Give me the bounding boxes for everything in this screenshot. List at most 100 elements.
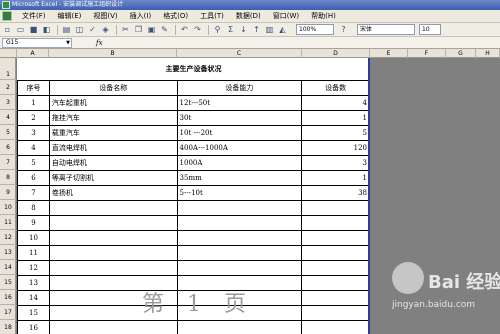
cell-name[interactable]: [48, 259, 178, 276]
cell-index[interactable]: 15: [17, 304, 50, 321]
row-header[interactable]: 13: [0, 245, 16, 260]
cell-count[interactable]: [301, 274, 370, 291]
row-header[interactable]: 7: [0, 155, 16, 170]
sort-ascending-icon[interactable]: ↓: [238, 24, 249, 35]
cell-count[interactable]: [301, 289, 370, 306]
menu-edit[interactable]: 编辑(E): [52, 10, 88, 23]
row-header[interactable]: 2: [0, 80, 16, 95]
cell-name[interactable]: [48, 214, 178, 231]
redo-icon[interactable]: ↷: [192, 24, 203, 35]
cell-count[interactable]: 1: [301, 169, 370, 186]
cell-index[interactable]: 16: [17, 319, 50, 334]
cell-count[interactable]: [301, 244, 370, 261]
row-header[interactable]: 17: [0, 305, 16, 320]
cell-name[interactable]: 拖挂汽车: [48, 109, 178, 126]
cell-capacity[interactable]: [176, 259, 303, 276]
row-header[interactable]: 6: [0, 140, 16, 155]
cell-capacity[interactable]: 10t ---20t: [176, 124, 303, 141]
cell-capacity[interactable]: 30t: [176, 109, 303, 126]
sort-descending-icon[interactable]: ↑: [251, 24, 262, 35]
undo-icon[interactable]: ↶: [179, 24, 190, 35]
row-header[interactable]: 11: [0, 215, 16, 230]
row-header[interactable]: 15: [0, 275, 16, 290]
help-icon[interactable]: ?: [338, 24, 349, 35]
cell-capacity[interactable]: 1000A: [176, 154, 303, 171]
column-header-g[interactable]: G: [446, 49, 476, 58]
column-header-d[interactable]: D: [302, 49, 370, 58]
header-cell-count[interactable]: 设备数: [301, 79, 370, 96]
row-header[interactable]: 10: [0, 200, 16, 215]
cell-index[interactable]: 1: [17, 94, 50, 111]
print-preview-icon[interactable]: ◫: [74, 24, 85, 35]
hyperlink-icon[interactable]: ⚲: [212, 24, 223, 35]
cell-count[interactable]: [301, 229, 370, 246]
column-header-b[interactable]: B: [49, 49, 177, 58]
name-box[interactable]: G15 ▼: [2, 37, 72, 48]
select-all-corner[interactable]: [0, 49, 17, 58]
cell-count[interactable]: 4: [301, 94, 370, 111]
cell-name[interactable]: 汽车起重机: [48, 94, 178, 111]
cell-name[interactable]: [48, 229, 178, 246]
cell-index[interactable]: 11: [17, 244, 50, 261]
cell-count[interactable]: [301, 319, 370, 334]
menu-file[interactable]: 文件(F): [16, 10, 52, 23]
cell-index[interactable]: 4: [17, 139, 50, 156]
cell-name[interactable]: 自动电焊机: [48, 154, 178, 171]
cell-count[interactable]: [301, 199, 370, 216]
cell-index[interactable]: 14: [17, 289, 50, 306]
cell-name[interactable]: [48, 319, 178, 334]
copy-icon[interactable]: ❐: [133, 24, 144, 35]
menu-window[interactable]: 窗口(W): [267, 10, 305, 23]
new-icon[interactable]: ▫: [2, 24, 13, 35]
cell-count[interactable]: [301, 259, 370, 276]
cell-name[interactable]: 直流电焊机: [48, 139, 178, 156]
cell-count[interactable]: [301, 214, 370, 231]
cell-name[interactable]: 卷扬机: [48, 184, 178, 201]
cell-count[interactable]: 5: [301, 124, 370, 141]
cell-index[interactable]: 5: [17, 154, 50, 171]
column-header-h[interactable]: H: [476, 49, 500, 58]
row-header[interactable]: 1: [0, 58, 16, 80]
cell-index[interactable]: 2: [17, 109, 50, 126]
cell-index[interactable]: 12: [17, 259, 50, 276]
cell-capacity[interactable]: 12t---50t: [176, 94, 303, 111]
cell-name[interactable]: 等离子切割机: [48, 169, 178, 186]
cell-count[interactable]: 120: [301, 139, 370, 156]
font-select[interactable]: 宋体: [357, 24, 415, 35]
menu-data[interactable]: 数据(D): [230, 10, 267, 23]
cell-count[interactable]: 1: [301, 109, 370, 126]
chart-wizard-icon[interactable]: ▥: [264, 24, 275, 35]
row-header[interactable]: 18: [0, 320, 16, 334]
cell-index[interactable]: 10: [17, 229, 50, 246]
zoom-select[interactable]: 100%: [296, 24, 334, 35]
row-header[interactable]: 9: [0, 185, 16, 200]
autosum-icon[interactable]: Σ: [225, 24, 236, 35]
menu-help[interactable]: 帮助(H): [305, 10, 342, 23]
cell-name[interactable]: [48, 244, 178, 261]
chevron-down-icon[interactable]: ▼: [66, 39, 70, 47]
column-header-c[interactable]: C: [177, 49, 302, 58]
spelling-icon[interactable]: ✓: [87, 24, 98, 35]
row-header[interactable]: 4: [0, 110, 16, 125]
row-header[interactable]: 16: [0, 290, 16, 305]
format-painter-icon[interactable]: ✎: [159, 24, 170, 35]
menu-view[interactable]: 视图(V): [87, 10, 123, 23]
header-cell-name[interactable]: 设备名称: [48, 79, 178, 96]
cell-index[interactable]: 8: [17, 199, 50, 216]
cell-count[interactable]: 38: [301, 184, 370, 201]
cell-capacity[interactable]: [176, 214, 303, 231]
cell-capacity[interactable]: [176, 229, 303, 246]
font-size-select[interactable]: 10: [419, 24, 441, 35]
table-title[interactable]: 主要生产设备状况: [18, 58, 370, 80]
cell-index[interactable]: 3: [17, 124, 50, 141]
menu-insert[interactable]: 插入(I): [124, 10, 158, 23]
cell-name[interactable]: 载重汽车: [48, 124, 178, 141]
function-icon[interactable]: fx: [96, 39, 103, 47]
cell-count[interactable]: [301, 304, 370, 321]
menu-tools[interactable]: 工具(T): [194, 10, 230, 23]
cell-index[interactable]: 13: [17, 274, 50, 291]
cut-icon[interactable]: ✂: [120, 24, 131, 35]
row-header[interactable]: 8: [0, 170, 16, 185]
research-icon[interactable]: ◈: [100, 24, 111, 35]
cell-capacity[interactable]: 5---10t: [176, 184, 303, 201]
